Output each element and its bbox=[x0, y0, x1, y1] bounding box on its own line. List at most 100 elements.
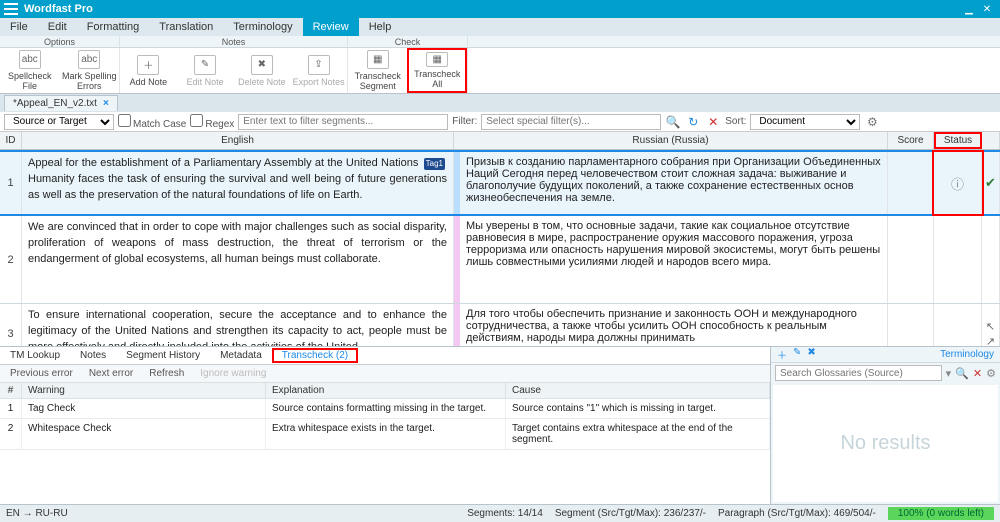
source-cell[interactable]: We are convinced that in order to cope w… bbox=[22, 216, 454, 303]
edit-note-button: ✎Edit Note bbox=[177, 48, 234, 93]
term-search-icon[interactable]: 🔍 bbox=[955, 367, 969, 380]
mark-spelling-errors-button[interactable]: abcMark Spelling Errors bbox=[60, 48, 120, 93]
segment-row[interactable]: 1 Appeal for the establishment of a Parl… bbox=[0, 150, 1000, 216]
pointer-icon: ↖ bbox=[986, 320, 995, 333]
previous-error-button[interactable]: Previous error bbox=[10, 368, 73, 379]
delete-note-icon: ✖ bbox=[251, 55, 273, 75]
transcheck-panel: TM Lookup Notes Segment History Metadata… bbox=[0, 346, 770, 504]
delete-note-button: ✖Delete Note bbox=[234, 48, 291, 93]
segments-count: Segments: 14/14 bbox=[467, 508, 543, 519]
source-cell[interactable]: Appeal for the establishment of a Parlia… bbox=[22, 152, 454, 214]
tab-metadata[interactable]: Metadata bbox=[210, 348, 272, 363]
segment-chars: Segment (Src/Tgt/Max): 236/237/- bbox=[555, 508, 706, 519]
document-tab[interactable]: *Appeal_EN_v2.txt × bbox=[4, 95, 118, 111]
sort-select[interactable]: Document bbox=[750, 114, 860, 130]
term-settings-icon[interactable]: ⚙ bbox=[986, 367, 996, 380]
target-cell[interactable]: Призыв к созданию парламентарного собран… bbox=[460, 152, 888, 214]
transcheck-all-icon: ▦ bbox=[426, 52, 448, 67]
group-label-options: Options bbox=[0, 36, 120, 47]
match-case-checkbox[interactable] bbox=[118, 114, 131, 127]
tab-transcheck[interactable]: Transcheck (2) bbox=[272, 348, 358, 363]
warning-row[interactable]: 1 Tag Check Source contains formatting m… bbox=[0, 399, 770, 419]
row-id: 1 bbox=[0, 152, 22, 214]
app-title: Wordfast Pro bbox=[24, 3, 93, 15]
status-cell[interactable]: ⓘ bbox=[934, 152, 982, 214]
sort-label: Sort: bbox=[725, 116, 746, 127]
row-id: 2 bbox=[0, 216, 22, 303]
menu-translation[interactable]: Translation bbox=[149, 18, 223, 36]
export-notes-icon: ⇪ bbox=[308, 55, 330, 75]
settings-icon[interactable]: ⚙ bbox=[864, 114, 880, 130]
spellcheck-file-button[interactable]: abcSpellcheck File bbox=[0, 48, 60, 93]
menu-edit[interactable]: Edit bbox=[38, 18, 77, 36]
tab-segment-history[interactable]: Segment History bbox=[116, 348, 210, 363]
next-error-button[interactable]: Next error bbox=[89, 368, 133, 379]
clear-filter-icon[interactable]: ✕ bbox=[705, 114, 721, 130]
warning-row[interactable]: 2 Whitespace Check Extra whitespace exis… bbox=[0, 419, 770, 450]
target-cell[interactable]: Мы уверены в том, что основные задачи, т… bbox=[460, 216, 888, 303]
tag-chip[interactable]: Tag1 bbox=[424, 158, 445, 170]
language-pair: EN → RU-RU bbox=[6, 508, 68, 519]
menu-bar: File Edit Formatting Translation Termino… bbox=[0, 18, 1000, 36]
terminology-search: ▾ 🔍 ✕ ⚙ bbox=[771, 363, 1000, 383]
hamburger-icon[interactable] bbox=[4, 3, 18, 15]
regex-checkbox[interactable] bbox=[190, 114, 203, 127]
no-results-label: No results bbox=[840, 432, 930, 455]
search-icon[interactable]: 🔍 bbox=[665, 114, 681, 130]
bottom-tabs: TM Lookup Notes Segment History Metadata… bbox=[0, 347, 770, 365]
group-label-check: Check bbox=[348, 36, 468, 47]
terminology-panel: ＋ ✎ ✖ Terminology ▾ 🔍 ✕ ⚙ No results bbox=[770, 346, 1000, 504]
regex-label[interactable]: Regex bbox=[190, 114, 234, 130]
terminology-title: Terminology bbox=[940, 349, 994, 360]
score-cell bbox=[888, 216, 934, 303]
confirm-cell: ✔ bbox=[982, 152, 1000, 214]
match-case-label[interactable]: Match Case bbox=[118, 114, 186, 130]
document-tabs: *Appeal_EN_v2.txt × bbox=[0, 94, 1000, 112]
dropdown-icon[interactable]: ▾ bbox=[946, 367, 952, 380]
warnings-header: # Warning Explanation Cause bbox=[0, 383, 770, 399]
term-delete-icon[interactable]: ✖ bbox=[807, 347, 815, 362]
refresh-button[interactable]: Refresh bbox=[149, 368, 184, 379]
tab-notes[interactable]: Notes bbox=[70, 348, 116, 363]
menu-file[interactable]: File bbox=[0, 18, 38, 36]
transcheck-all-button[interactable]: ▦Transcheck All bbox=[407, 48, 467, 93]
term-edit-icon[interactable]: ✎ bbox=[793, 347, 801, 362]
close-document-icon[interactable]: × bbox=[103, 98, 109, 109]
menu-terminology[interactable]: Terminology bbox=[223, 18, 302, 36]
source-target-select[interactable]: Source or Target bbox=[4, 114, 114, 130]
filter-bar: Source or Target Match Case Regex Filter… bbox=[0, 112, 1000, 132]
warn-col-cause: Cause bbox=[506, 383, 770, 399]
menu-review[interactable]: Review bbox=[303, 18, 359, 36]
col-russian: Russian (Russia) bbox=[454, 132, 888, 149]
info-icon: ⓘ bbox=[951, 174, 964, 193]
document-tab-label: *Appeal_EN_v2.txt bbox=[13, 98, 97, 109]
special-filter-input[interactable] bbox=[481, 114, 661, 130]
add-note-button[interactable]: ＋Add Note bbox=[120, 48, 177, 93]
col-last bbox=[982, 132, 1000, 149]
minimize-icon[interactable]: ▁ bbox=[960, 4, 978, 15]
mark-spelling-icon: abc bbox=[78, 50, 100, 69]
confirm-cell bbox=[982, 216, 1000, 303]
title-bar: Wordfast Pro ▁ ✕ bbox=[0, 0, 1000, 18]
refresh-filter-icon[interactable]: ↻ bbox=[685, 114, 701, 130]
term-add-icon[interactable]: ＋ bbox=[777, 347, 787, 362]
check-icon: ✔ bbox=[985, 175, 996, 191]
menu-formatting[interactable]: Formatting bbox=[77, 18, 150, 36]
terminology-search-input[interactable] bbox=[775, 365, 942, 381]
maximize-icon[interactable]: ✕ bbox=[978, 4, 996, 15]
col-score: Score bbox=[888, 132, 934, 149]
ignore-warning-button: Ignore warning bbox=[200, 368, 266, 379]
tab-tmlookup[interactable]: TM Lookup bbox=[0, 348, 70, 363]
status-bar: EN → RU-RU Segments: 14/14 Segment (Src/… bbox=[0, 504, 1000, 522]
menu-help[interactable]: Help bbox=[359, 18, 402, 36]
segment-filter-input[interactable] bbox=[238, 114, 448, 130]
segment-row[interactable]: 2 We are convinced that in order to cope… bbox=[0, 216, 1000, 304]
transcheck-toolbar: Previous error Next error Refresh Ignore… bbox=[0, 365, 770, 383]
paragraph-chars: Paragraph (Src/Tgt/Max): 469/504/- bbox=[718, 508, 876, 519]
export-notes-button: ⇪Export Notes bbox=[290, 48, 347, 93]
filter-label: Filter: bbox=[452, 116, 477, 127]
transcheck-segment-button[interactable]: ▦Transcheck Segment bbox=[348, 48, 407, 93]
warn-col-warning: Warning bbox=[22, 383, 266, 399]
terminology-results: No results bbox=[773, 385, 998, 502]
term-clear-icon[interactable]: ✕ bbox=[973, 367, 982, 380]
